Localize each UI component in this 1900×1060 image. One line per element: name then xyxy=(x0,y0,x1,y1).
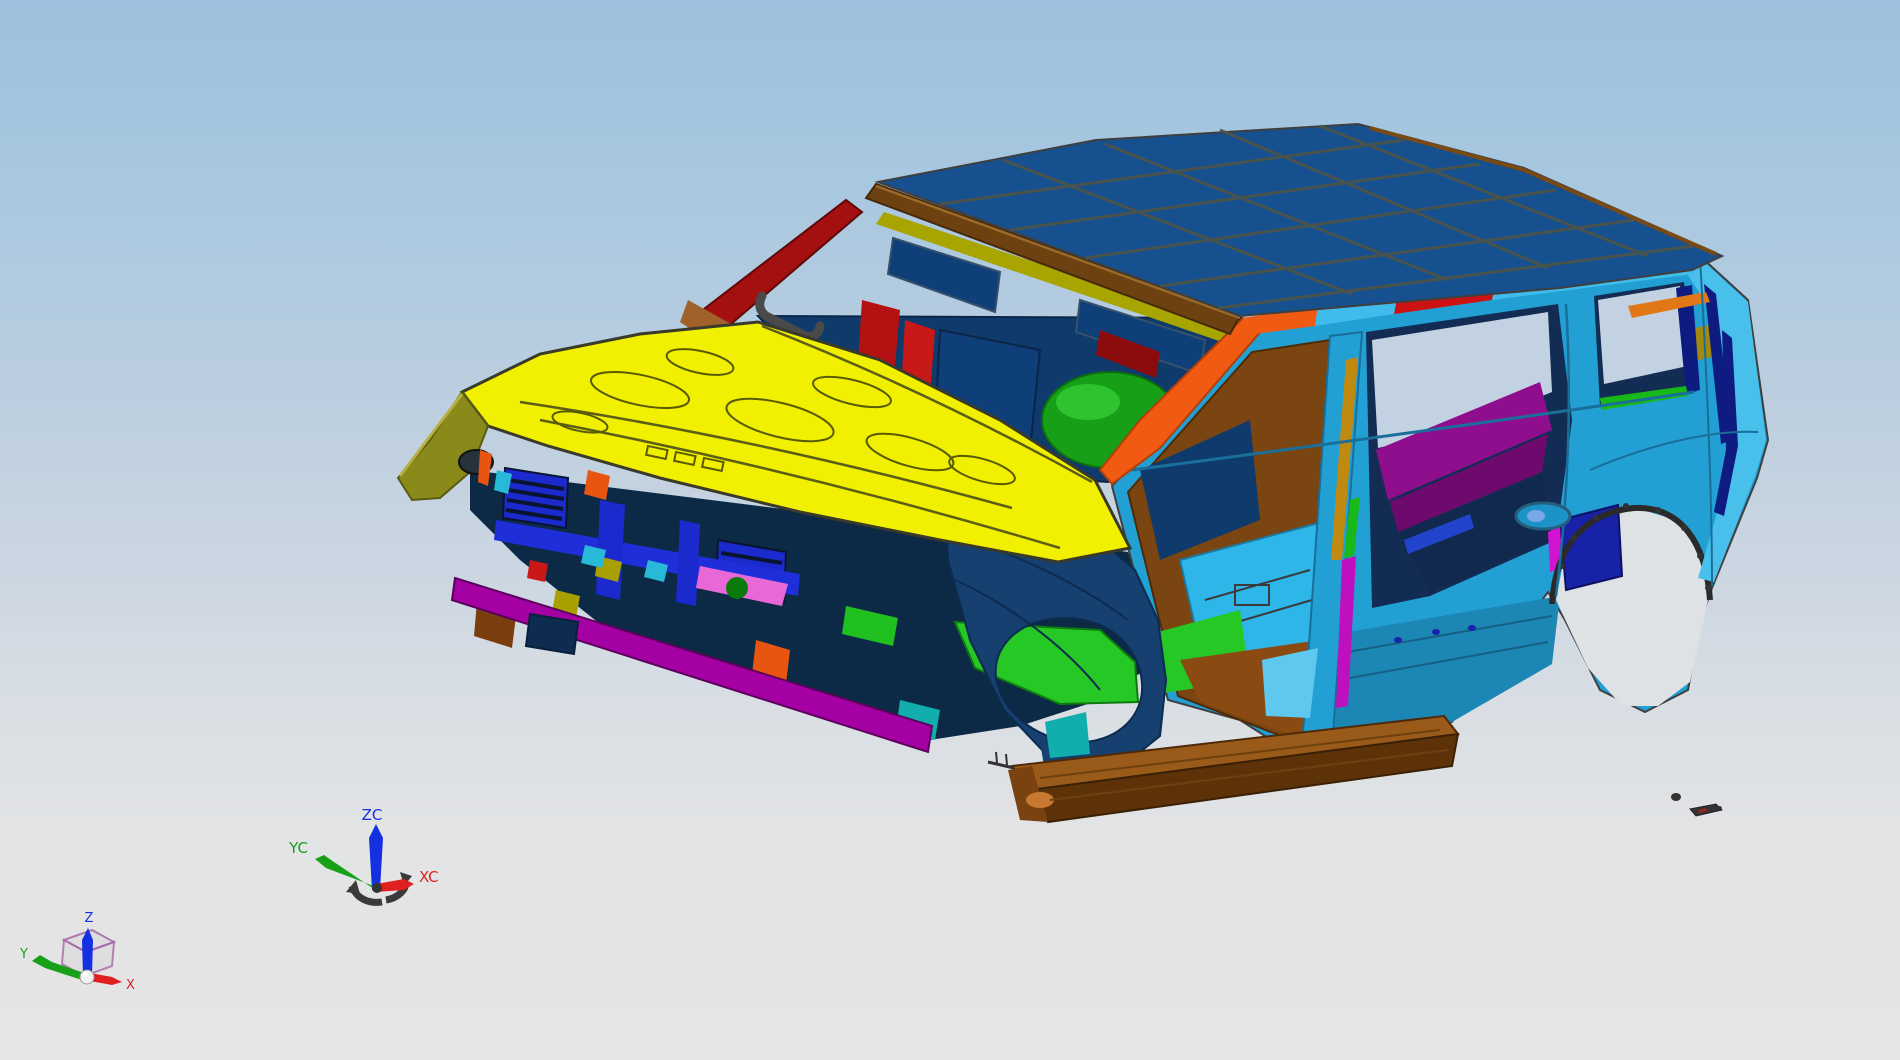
apillar-inner-red[interactable] xyxy=(698,198,864,332)
wcs-origin[interactable] xyxy=(372,883,382,893)
wcs-yc-label: YC xyxy=(288,839,308,857)
engine-bay-dark-green-cap[interactable] xyxy=(726,577,748,599)
abs-z-label: Z xyxy=(85,911,94,926)
abs-y-label: Y xyxy=(19,947,28,962)
abs-x-label: X xyxy=(126,978,135,993)
wcs-yc-axis[interactable] xyxy=(315,855,377,891)
board-stud-1 xyxy=(995,751,998,764)
wcs-xc-label: XC xyxy=(419,868,439,886)
cad-3d-viewport[interactable]: ZC YC XC Z Y X xyxy=(0,0,1900,1060)
rear-door-handle[interactable] xyxy=(1514,501,1572,531)
rear-wheel-arch[interactable] xyxy=(1548,503,1713,706)
wcs-xc-axis[interactable] xyxy=(376,879,414,892)
wcs-handle-arrowhead-left xyxy=(346,880,360,894)
handle-glint xyxy=(1527,510,1545,522)
abs-x-axis xyxy=(90,973,122,985)
fastener-bolt[interactable] xyxy=(1671,793,1681,801)
floating-fasteners[interactable] xyxy=(1671,793,1723,817)
model-canvas[interactable]: ZC YC XC Z Y X xyxy=(0,0,1900,1060)
tow-bracket[interactable] xyxy=(524,612,580,656)
board-copper-highlight xyxy=(1026,792,1054,808)
absolute-triad: Z Y X xyxy=(19,911,135,993)
abs-origin-sphere xyxy=(79,969,95,985)
sill-cyan-garnish[interactable] xyxy=(1262,648,1318,718)
front-strut-blue-2[interactable] xyxy=(676,520,700,606)
wcs-zc-axis[interactable] xyxy=(369,824,383,890)
fastener-nub xyxy=(1716,806,1722,810)
board-stud-2 xyxy=(1005,753,1008,766)
wcs-triad[interactable]: ZC YC XC xyxy=(288,806,439,906)
transmission-hump-highlight xyxy=(1056,384,1120,420)
wcs-zc-label: ZC xyxy=(362,806,383,824)
abs-origin-sphere-glint xyxy=(82,971,88,977)
arch-teal-sliver[interactable] xyxy=(1045,712,1090,758)
board-rod xyxy=(987,760,1015,770)
